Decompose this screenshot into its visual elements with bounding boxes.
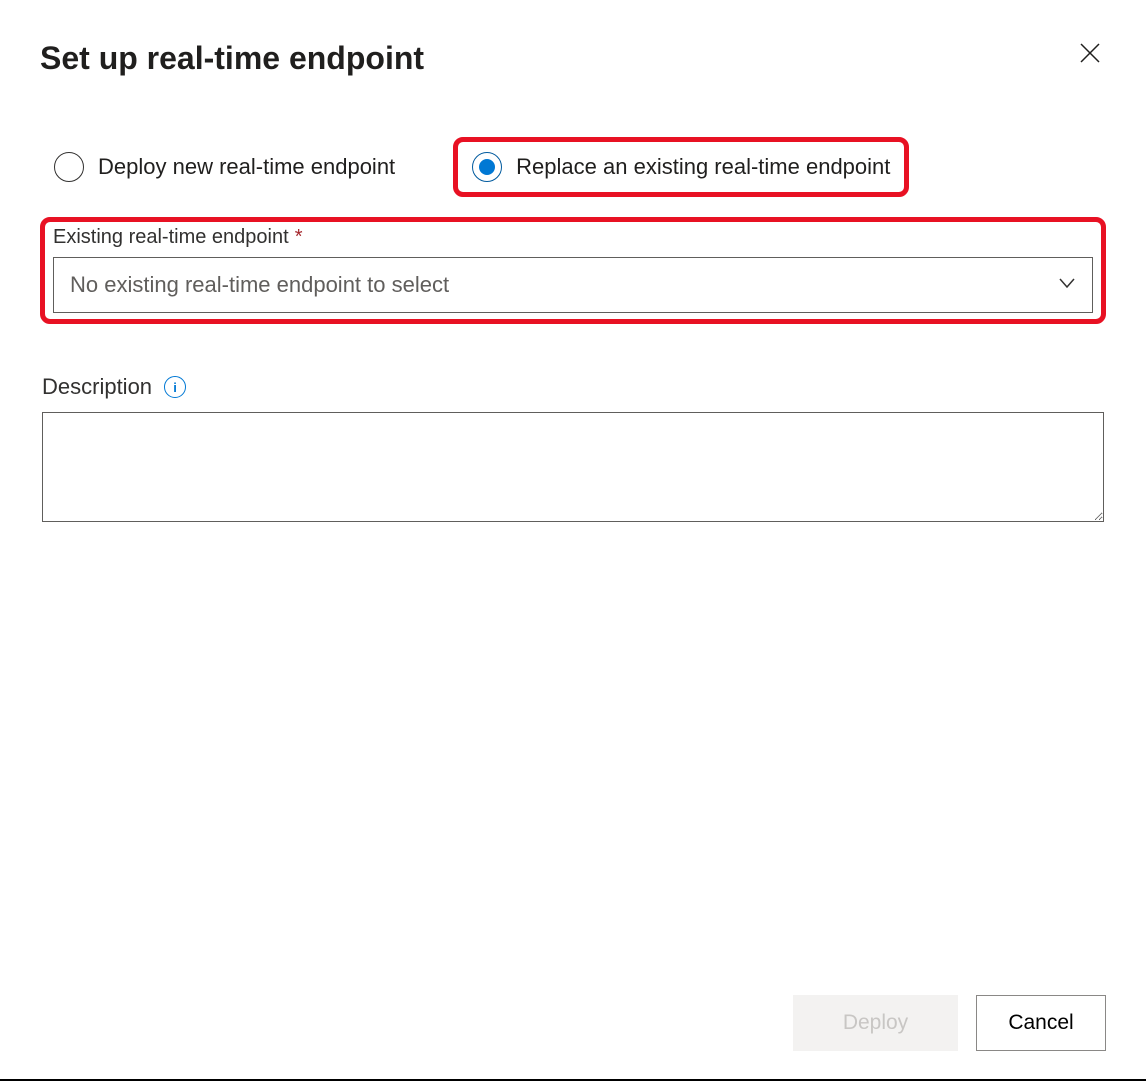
dialog-footer: Deploy Cancel — [40, 965, 1106, 1051]
dialog-header: Set up real-time endpoint — [40, 40, 1106, 77]
setup-endpoint-dialog: Set up real-time endpoint Deploy new rea… — [0, 0, 1146, 1081]
deploy-mode-radio-group: Deploy new real-time endpoint Replace an… — [40, 137, 1106, 197]
chevron-down-icon — [1058, 272, 1076, 298]
existing-endpoint-dropdown[interactable]: No existing real-time endpoint to select — [53, 257, 1093, 313]
radio-label: Deploy new real-time endpoint — [98, 154, 395, 180]
radio-icon — [54, 152, 84, 182]
radio-dot-icon — [479, 159, 495, 175]
existing-endpoint-label-row: Existing real-time endpoint * — [53, 226, 1093, 249]
deploy-button: Deploy — [793, 995, 958, 1051]
existing-endpoint-field: Existing real-time endpoint * No existin… — [40, 217, 1106, 324]
dropdown-placeholder: No existing real-time endpoint to select — [70, 272, 449, 298]
radio-replace-existing[interactable]: Replace an existing real-time endpoint — [453, 137, 909, 197]
existing-endpoint-label: Existing real-time endpoint — [53, 226, 289, 249]
info-icon[interactable]: i — [164, 376, 186, 398]
description-field: Description i — [40, 374, 1106, 527]
radio-icon — [472, 152, 502, 182]
required-indicator: * — [295, 226, 303, 249]
close-icon — [1079, 42, 1101, 70]
close-button[interactable] — [1074, 40, 1106, 72]
dialog-title: Set up real-time endpoint — [40, 40, 424, 77]
description-label-row: Description i — [42, 374, 1104, 400]
description-textarea[interactable] — [42, 412, 1104, 522]
cancel-button[interactable]: Cancel — [976, 995, 1106, 1051]
radio-deploy-new[interactable]: Deploy new real-time endpoint — [40, 142, 409, 192]
radio-label: Replace an existing real-time endpoint — [516, 154, 890, 180]
description-label: Description — [42, 374, 152, 400]
